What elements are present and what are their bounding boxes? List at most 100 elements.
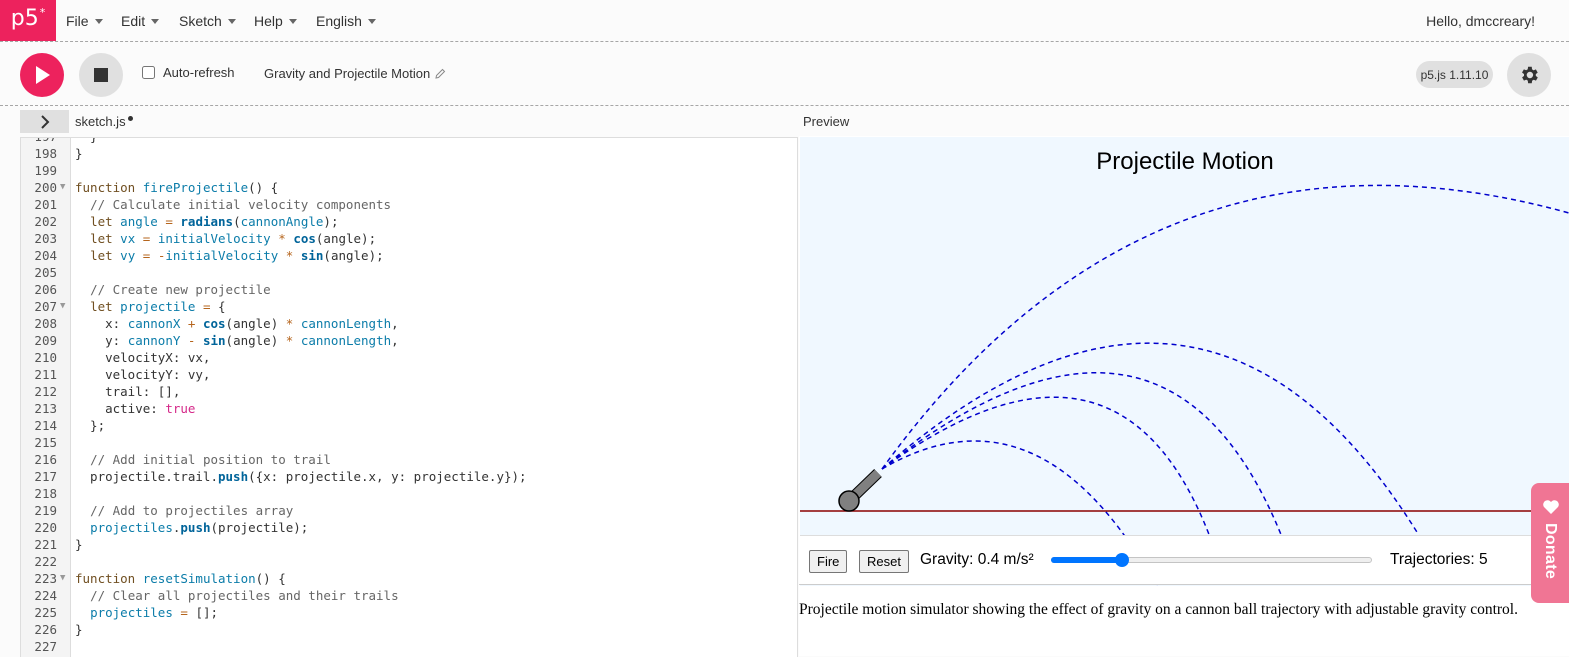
version-badge[interactable]: p5.js 1.11.10 [1416,61,1493,88]
code-text: } [75,537,83,552]
code-line[interactable]: 212 trail: [], [21,383,797,400]
line-number: 208 [34,316,57,331]
line-number: 205 [34,265,57,280]
donate-label: Donate [1542,523,1559,580]
code-line[interactable]: 220 projectiles.push(projectile); [21,519,797,536]
code-line[interactable]: 201 // Calculate initial velocity compon… [21,196,797,213]
line-number: 207 [34,299,57,314]
gravity-label: Gravity: 0.4 m/s² [920,551,1034,568]
play-icon [36,66,50,84]
code-line[interactable]: 215 [21,434,797,451]
code-line[interactable]: 209 y: cannonY - sin(angle) * cannonLeng… [21,332,797,349]
line-number: 212 [34,384,57,399]
play-button[interactable] [20,53,64,97]
fold-arrow-icon[interactable]: ▼ [60,570,65,587]
reset-button-label: Reset [867,554,901,569]
code-line[interactable]: 203 let vx = initialVelocity * cos(angle… [21,230,797,247]
code-text: active: true [75,401,196,416]
code-line[interactable]: 202 let angle = radians(cannonAngle); [21,213,797,230]
code-line[interactable]: 197 } [21,138,797,145]
line-number: 213 [34,401,57,416]
slider-thumb[interactable] [1114,553,1129,567]
menu-edit[interactable]: Edit [121,0,160,41]
line-number: 210 [34,350,57,365]
code-editor[interactable]: 197 }198}199200▼function fireProjectile(… [20,137,798,657]
code-line[interactable]: 223 ▼ function resetSimulation() { [21,570,797,587]
line-number: 222 [34,554,57,569]
code-line[interactable]: 222 [21,553,797,570]
code-line[interactable]: 213 active: true [21,400,797,417]
fire-button-label: Fire [817,554,840,569]
p5-logo[interactable]: p5 * [0,0,56,41]
gravity-slider[interactable] [1051,553,1372,567]
menu-help-label: Help [254,12,283,29]
chevron-down-icon [94,19,103,24]
stop-icon [94,68,108,82]
code-line[interactable]: 206 // Create new projectile [21,281,797,298]
code-line[interactable]: 226} [21,621,797,638]
menu-help[interactable]: Help [254,0,297,41]
settings-button[interactable] [1507,53,1551,97]
sidebar-toggle-button[interactable] [20,110,69,133]
code-line[interactable]: 219 // Add to projectiles array [21,502,797,519]
trajectory-group [881,184,1569,586]
autorefresh-toggle[interactable]: Auto-refresh [142,65,235,80]
code-line[interactable]: 207 ▼ let projectile = { [21,298,797,315]
code-line[interactable]: 208 x: cannonX + cos(angle) * cannonLeng… [21,315,797,332]
version-text: p5.js 1.11.10 [1420,67,1489,82]
fire-button[interactable]: Fire [809,550,848,573]
code-line[interactable]: 198} [21,145,797,162]
code-line[interactable]: 211 velocityY: vy, [21,366,797,383]
reset-button[interactable]: Reset [859,550,909,573]
simulation-drawing: Projectile Motion [800,148,1569,586]
menu-language[interactable]: English [316,0,376,41]
menu-file[interactable]: File [66,0,103,41]
chevron-right-icon [40,114,49,129]
user-greeting: Hello, dmccreary! [1426,12,1535,29]
preview-frame[interactable]: Projectile Motion [799,136,1569,656]
code-line[interactable]: 205 [21,264,797,281]
canvas-title: Projectile Motion [1096,148,1273,175]
sketch-description: Projectile motion simulator showing the … [799,601,1518,618]
line-number: 225 [34,605,57,620]
code-line[interactable]: 210 velocityX: vx, [21,349,797,366]
line-number: 219 [34,503,57,518]
line-number: 202 [34,214,57,229]
autorefresh-checkbox[interactable] [142,66,155,79]
code-line[interactable]: 217 projectile.trail.push({x: projectile… [21,468,797,485]
code-line[interactable]: 200 ▼ function fireProjectile() { [21,179,797,196]
code-line[interactable]: 221} [21,536,797,553]
code-line[interactable]: 224 // Clear all projectiles and their t… [21,587,797,604]
code-line[interactable]: 204 let vy = -initialVelocity * sin(angl… [21,247,797,264]
stop-button[interactable] [79,53,123,97]
line-number: 218 [34,486,57,501]
fold-arrow-icon[interactable]: ▼ [60,298,65,315]
trajectory-path [881,372,1283,538]
code-text: x: cannonX + cos(angle) * cannonLength, [75,316,399,331]
code-line[interactable]: 199 [21,162,797,179]
line-number: 200 [34,180,57,195]
menu-edit-label: Edit [121,12,146,29]
code-line[interactable]: 214 }; [21,417,797,434]
line-number: 221 [34,537,57,552]
code-line[interactable]: 227 [21,638,797,655]
code-text: } [75,622,83,637]
menu-sketch[interactable]: Sketch [179,0,236,41]
line-number: 198 [34,146,57,161]
sketch-name[interactable]: Gravity and Projectile Motion [264,66,446,81]
code-line[interactable]: 218 [21,485,797,502]
line-number: 223 [34,571,57,586]
line-number: 226 [34,622,57,637]
controls-border [799,584,1569,585]
code-text: function resetSimulation() { [75,571,286,586]
sketch-canvas[interactable]: Projectile Motion [800,137,1569,586]
code-text: let projectile = { [90,299,226,314]
file-tab-sketch[interactable]: sketch.js [75,114,133,129]
code-text: // Add initial position to trail [90,452,331,467]
donate-button[interactable]: Donate [1531,483,1569,603]
code-line[interactable]: 216 // Add initial position to trail [21,451,797,468]
fold-arrow-icon[interactable]: ▼ [60,179,65,196]
code-line[interactable]: 225 projectiles = []; [21,604,797,621]
slider-fill [1051,557,1122,563]
user-menu[interactable]: Hello, dmccreary! [1426,0,1535,41]
